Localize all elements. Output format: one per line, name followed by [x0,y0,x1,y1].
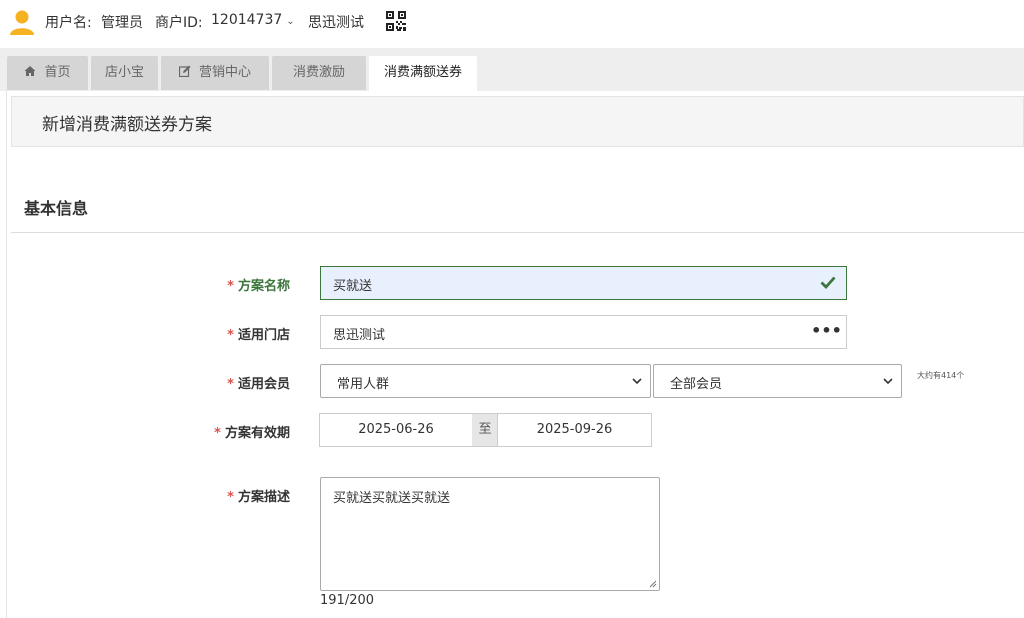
tab-marketing-center-label: 营销中心 [198,65,251,80]
required-mark: * [227,490,234,505]
plan-name-label: * 方案名称 [170,275,290,294]
tab-home[interactable]: 首页 [7,56,88,90]
check-icon [820,276,836,290]
content-border [6,91,7,618]
page-title: 新增消费满额送券方案 [42,115,212,135]
store-input[interactable]: 思迅测试 [320,315,808,349]
date-separator: 至 [472,413,498,447]
member-group-value: 常用人群 [337,377,390,392]
chevron-down-icon [883,378,893,385]
description-textarea[interactable]: 买就送买就送买就送 [320,477,660,591]
required-mark: * [227,328,234,343]
required-mark: * [227,279,234,294]
chevron-down-icon [632,378,642,385]
merchant-id-label: 商户ID: [155,15,203,31]
end-date-input[interactable]: 2025-09-26 [497,413,652,447]
tab-full-amount-coupon[interactable]: 消费满额送券 [369,56,477,91]
store-label: * 适用门店 [170,324,290,343]
section-divider [11,232,1024,233]
required-mark: * [227,377,234,392]
edit-icon [178,65,191,77]
qr-code-icon[interactable] [386,11,406,31]
page-header: 新增消费满额送券方案 [11,96,1024,147]
user-avatar-icon[interactable] [10,9,34,35]
tab-dianxiaobao-label: 店小宝 [104,65,144,80]
home-icon [24,66,36,76]
description-counter: 191/200 [320,593,375,608]
merchant-id-value: 12014737 [211,12,283,28]
member-scope-value: 全部会员 [670,377,723,392]
store-value: 思迅测试 [333,328,386,343]
merchant-id-dropdown[interactable]: 12014737 ⌄ [211,12,295,28]
plan-name-value: 买就送 [333,279,373,294]
member-scope-select[interactable]: 全部会员 [653,364,902,398]
tab-bar: 首页 店小宝 营销中心 消费激励 消费满额送券 [0,48,1024,91]
description-label: * 方案描述 [170,486,290,505]
validity-label: * 方案有效期 [170,422,290,441]
start-date-input[interactable]: 2025-06-26 [319,413,473,447]
tab-consumption-incentive-label: 消费激励 [292,65,345,80]
section-title: 基本信息 [24,199,89,218]
validity-label-text: 方案有效期 [224,426,290,441]
member-count-note: 大约有414个 [917,371,965,380]
tab-dianxiaobao[interactable]: 店小宝 [91,56,158,90]
chevron-down-icon: ⌄ [286,16,295,27]
tab-marketing-center[interactable]: 营销中心 [161,56,269,90]
username-value: 管理员 [101,15,143,31]
member-group-select[interactable]: 常用人群 [320,364,651,398]
tab-home-label: 首页 [44,65,71,80]
tab-full-amount-coupon-label: 消费满额送券 [383,65,462,80]
store-picker-button[interactable]: ••• [807,315,847,349]
plan-name-input[interactable]: 买就送 [320,266,847,300]
tab-consumption-incentive[interactable]: 消费激励 [272,56,366,90]
member-label: * 适用会员 [170,373,290,392]
description-label-text: 方案描述 [237,490,290,505]
plan-name-label-text: 方案名称 [237,279,290,294]
top-bar: 用户名: 管理员 商户ID: 12014737 ⌄ 思迅测试 [0,0,1024,48]
required-mark: * [214,426,221,441]
store-label-text: 适用门店 [237,328,290,343]
store-name: 思迅测试 [308,15,364,31]
more-dots-icon: ••• [811,321,842,340]
description-value: 买就送买就送买就送 [333,491,451,506]
username-label: 用户名: [45,15,92,31]
resize-handle-icon[interactable] [649,580,657,588]
member-label-text: 适用会员 [237,377,290,392]
